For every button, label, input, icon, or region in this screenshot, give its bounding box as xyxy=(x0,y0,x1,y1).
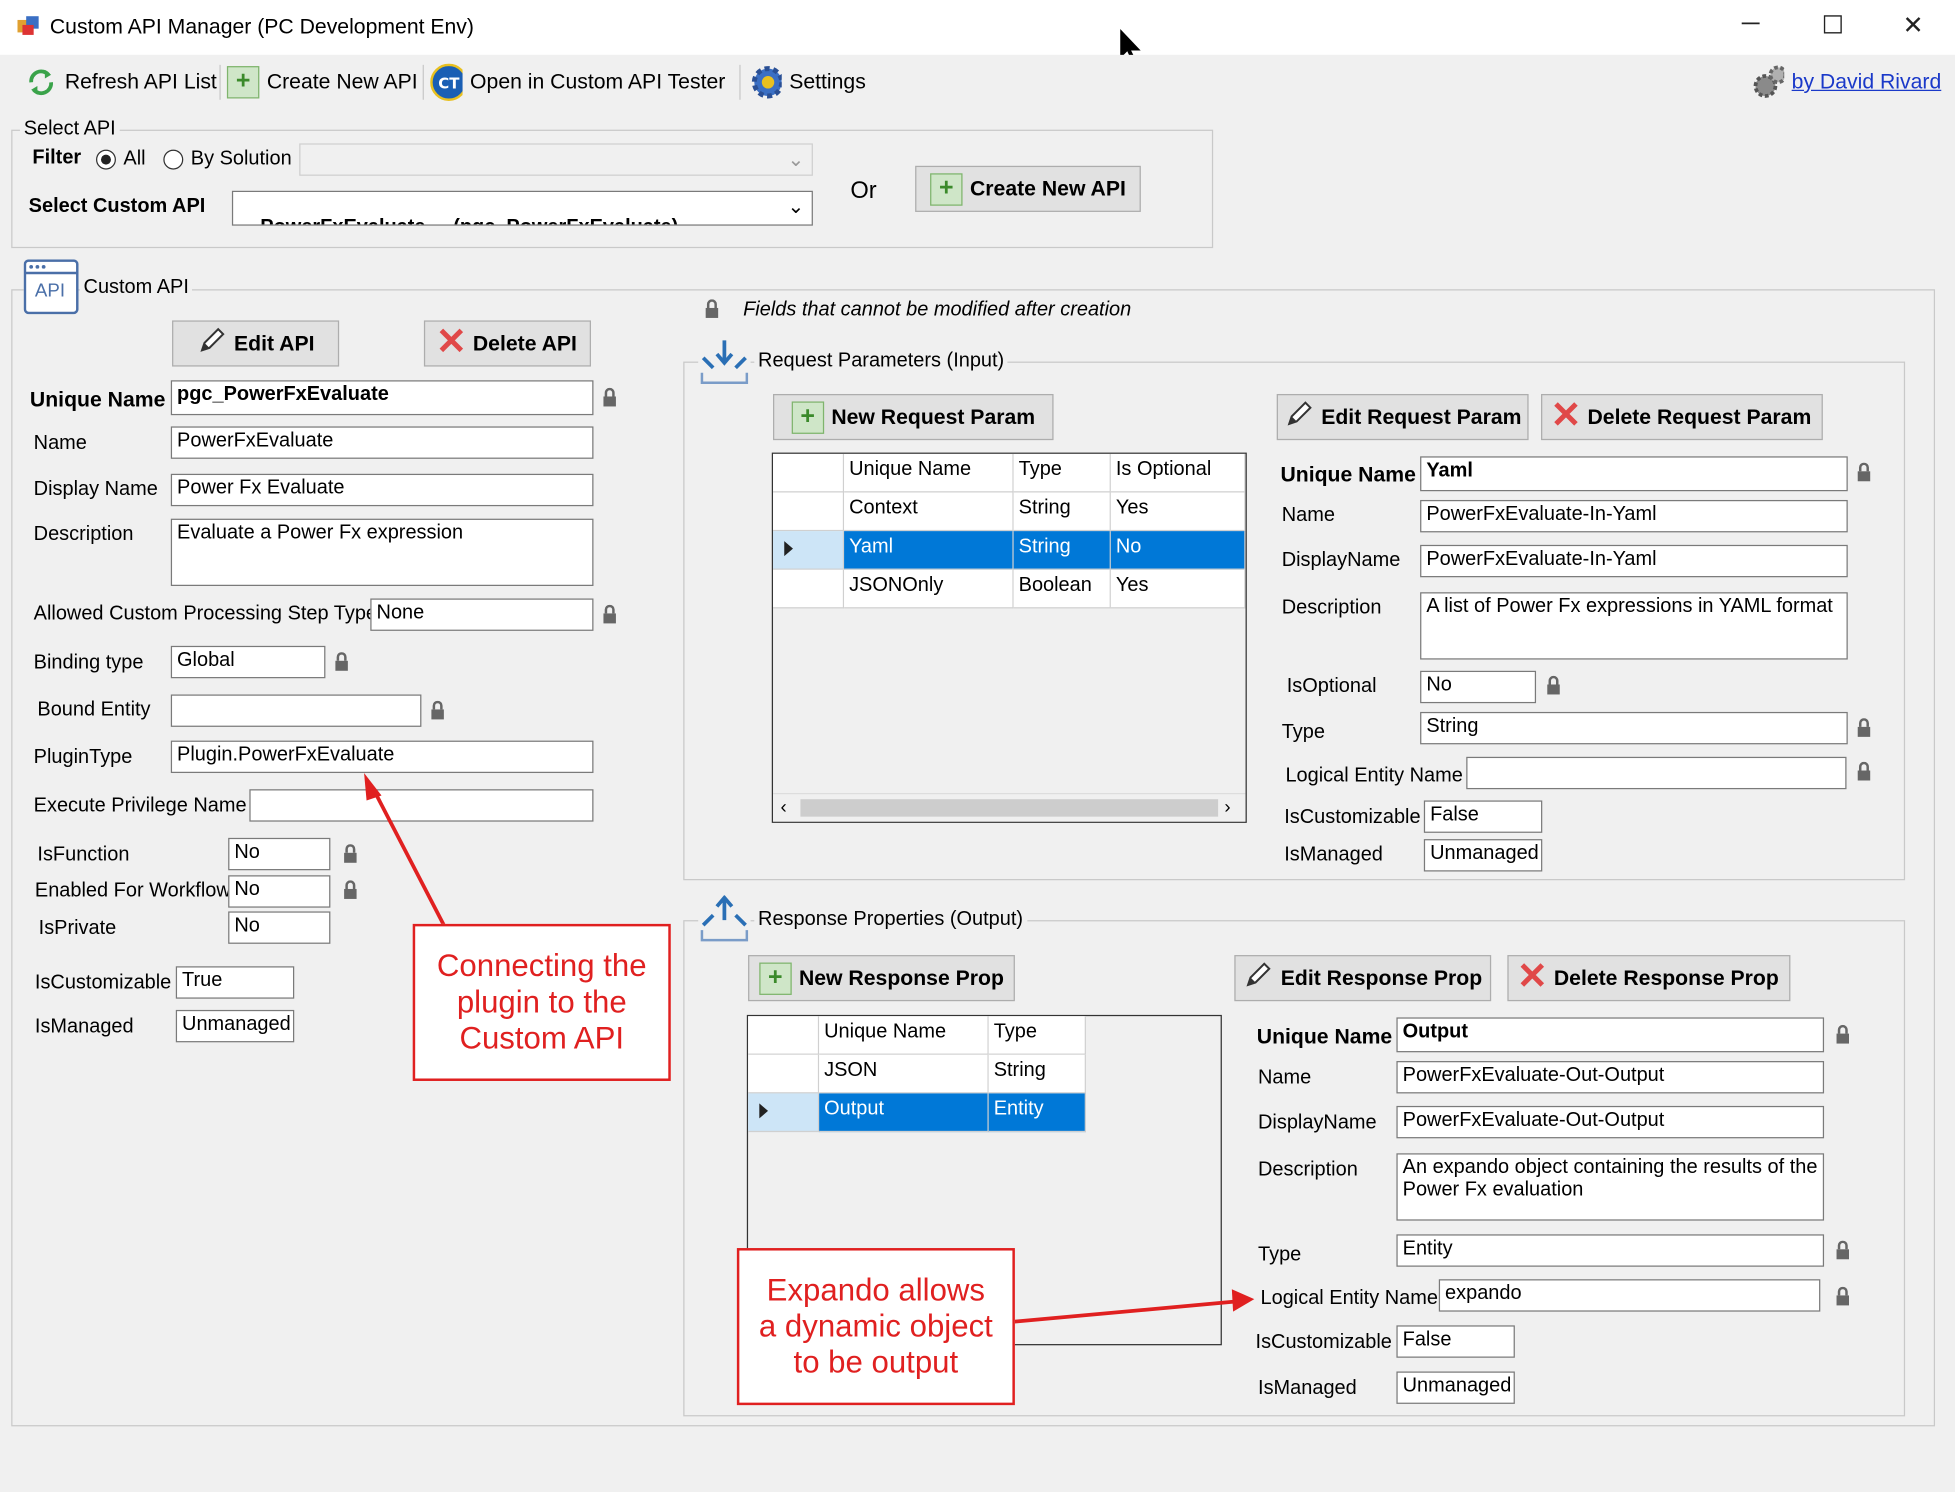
app-window: Custom API Manager (PC Development Env) … xyxy=(0,0,1955,1492)
plugin-callout: Connecting the plugin to the Custom API xyxy=(412,923,671,1081)
expando-callout: Expando allows a dynamic object to be ou… xyxy=(736,1248,1015,1406)
